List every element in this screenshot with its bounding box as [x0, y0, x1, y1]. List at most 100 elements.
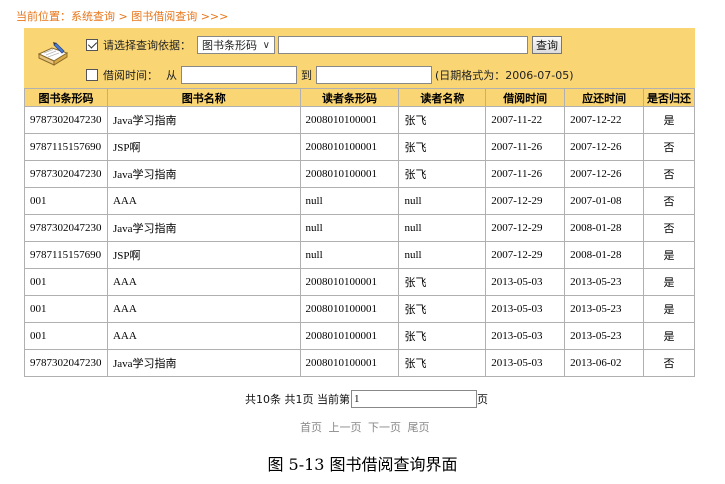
cell-reader-name: 张飞 [398, 106, 487, 134]
cell-returned: 否 [643, 160, 695, 188]
keyword-input[interactable] [278, 36, 528, 54]
cell-book-barcode: 9787302047230 [24, 160, 108, 188]
cell-reader-barcode: 2008010100001 [299, 349, 400, 377]
cell-borrow-date: 2007-11-26 [485, 133, 566, 161]
pager-suffix: 页 [477, 393, 488, 406]
to-label: 到 [301, 69, 312, 82]
cell-reader-name: 张飞 [398, 133, 487, 161]
cell-borrow-date: 2007-12-29 [485, 187, 566, 215]
pager-summary: 共10条 共1页 当前第 [245, 393, 350, 406]
cell-reader-barcode: 2008010100001 [299, 160, 400, 188]
cell-book-barcode: 9787115157690 [24, 133, 108, 161]
cell-reader-barcode: 2008010100001 [299, 268, 400, 296]
date-row: 借阅时间： 从 到 (日期格式为：2006-07-05) [86, 66, 574, 84]
cell-book-barcode: 001 [24, 295, 108, 323]
pager-links: 首页 上一页 下一页 尾页 [300, 419, 433, 435]
cell-returned: 是 [643, 268, 695, 296]
cell-reader-barcode: 2008010100001 [299, 295, 400, 323]
cell-due-date: 2007-12-22 [564, 106, 645, 134]
cell-due-date: 2013-05-23 [564, 322, 645, 350]
table-row: 9787115157690 JSP啊 null null 2007-12-29 2008-… [24, 241, 695, 269]
cell-due-date: 2008-01-28 [564, 241, 645, 269]
cell-due-date: 2013-05-23 [564, 295, 645, 323]
cell-returned: 是 [643, 241, 695, 269]
cell-returned: 是 [643, 322, 695, 350]
header-borrow-date: 借阅时间 [485, 88, 566, 107]
cell-borrow-date: 2007-11-26 [485, 160, 566, 188]
header-book-barcode: 图书条形码 [24, 88, 108, 107]
cell-book-name: Java学习指南 [106, 160, 301, 188]
cell-book-name: AAA [106, 187, 301, 215]
cell-book-barcode: 001 [24, 187, 108, 215]
date-format-hint: (日期格式为：2006-07-05) [435, 69, 574, 82]
header-reader-name: 读者名称 [398, 88, 487, 107]
cell-book-name: Java学习指南 [106, 106, 301, 134]
header-book-name: 图书名称 [106, 88, 301, 107]
cell-reader-barcode: 2008010100001 [299, 106, 400, 134]
cell-due-date: 2007-01-08 [564, 187, 645, 215]
cell-reader-name: 张飞 [398, 349, 487, 377]
last-page-link[interactable]: 尾页 [408, 421, 430, 434]
cell-book-name: JSP啊 [106, 241, 301, 269]
cell-book-name: JSP啊 [106, 133, 301, 161]
query-button[interactable]: 查询 [532, 36, 562, 54]
cell-returned: 否 [643, 133, 695, 161]
cell-returned: 是 [643, 106, 695, 134]
cell-book-barcode: 9787302047230 [24, 214, 108, 242]
cell-borrow-date: 2007-12-29 [485, 241, 566, 269]
cell-book-barcode: 9787302047230 [24, 106, 108, 134]
cell-reader-barcode: 2008010100001 [299, 133, 400, 161]
header-returned: 是否归还 [643, 88, 695, 107]
table-row: 9787302047230 Java学习指南 null null 2007-12-29 2… [24, 214, 695, 242]
cell-book-barcode: 001 [24, 322, 108, 350]
next-page-link[interactable]: 下一页 [368, 421, 401, 434]
cell-book-name: AAA [106, 268, 301, 296]
chevron-down-icon: ∨ [262, 39, 270, 51]
cell-reader-name: 张飞 [398, 160, 487, 188]
cell-reader-name: 张飞 [398, 268, 487, 296]
to-date-input[interactable] [316, 66, 432, 84]
criteria-label: 请选择查询依据： [103, 39, 191, 52]
book-pen-icon [36, 40, 70, 68]
criteria-row: 请选择查询依据： 图书条形码 ∨ 查询 [86, 36, 562, 54]
table-row: 9787302047230 Java学习指南 2008010100001 张飞 2007… [24, 106, 695, 134]
table-row: 9787115157690 JSP啊 2008010100001 张飞 2007-11-… [24, 133, 695, 161]
prev-page-link[interactable]: 上一页 [329, 421, 362, 434]
cell-borrow-date: 2013-05-03 [485, 349, 566, 377]
field-select[interactable]: 图书条形码 ∨ [197, 36, 275, 54]
cell-reader-barcode: null [299, 241, 400, 269]
table-row: 9787302047230 Java学习指南 2008010100001 张飞 2013… [24, 349, 695, 377]
date-checkbox[interactable] [86, 69, 98, 81]
page-number-input[interactable]: 1 [351, 390, 477, 408]
table-row: 001 AAA 2008010100001 张飞 2013-05-03 2013-05-2… [24, 322, 695, 350]
cell-returned: 否 [643, 349, 695, 377]
cell-due-date: 2008-01-28 [564, 214, 645, 242]
cell-reader-name: null [398, 241, 487, 269]
table-row: 001 AAA 2008010100001 张飞 2013-05-03 2013-05-2… [24, 295, 695, 323]
table-header-row: 图书条形码 图书名称 读者条形码 读者名称 借阅时间 应还时间 是否归还 [24, 88, 695, 107]
cell-book-name: AAA [106, 322, 301, 350]
cell-reader-name: 张飞 [398, 295, 487, 323]
cell-reader-name: null [398, 187, 487, 215]
criteria-checkbox[interactable] [86, 39, 98, 51]
cell-book-barcode: 9787302047230 [24, 349, 108, 377]
cell-returned: 否 [643, 214, 695, 242]
cell-returned: 否 [643, 187, 695, 215]
first-page-link[interactable]: 首页 [300, 421, 322, 434]
cell-reader-barcode: null [299, 187, 400, 215]
cell-returned: 是 [643, 295, 695, 323]
cell-borrow-date: 2013-05-03 [485, 268, 566, 296]
cell-due-date: 2013-05-23 [564, 268, 645, 296]
cell-book-barcode: 001 [24, 268, 108, 296]
table-row: 001 AAA null null 2007-12-29 2007-01-08 否 [24, 187, 695, 215]
table-row: 001 AAA 2008010100001 张飞 2013-05-03 2013-05-2… [24, 268, 695, 296]
from-date-input[interactable] [181, 66, 297, 84]
cell-reader-barcode: null [299, 214, 400, 242]
date-label: 借阅时间： [103, 69, 158, 82]
cell-borrow-date: 2013-05-03 [485, 295, 566, 323]
from-label: 从 [166, 69, 177, 82]
header-reader-barcode: 读者条形码 [299, 88, 400, 107]
cell-due-date: 2007-12-26 [564, 133, 645, 161]
cell-borrow-date: 2007-11-22 [485, 106, 566, 134]
field-select-value: 图书条形码 [202, 39, 257, 52]
